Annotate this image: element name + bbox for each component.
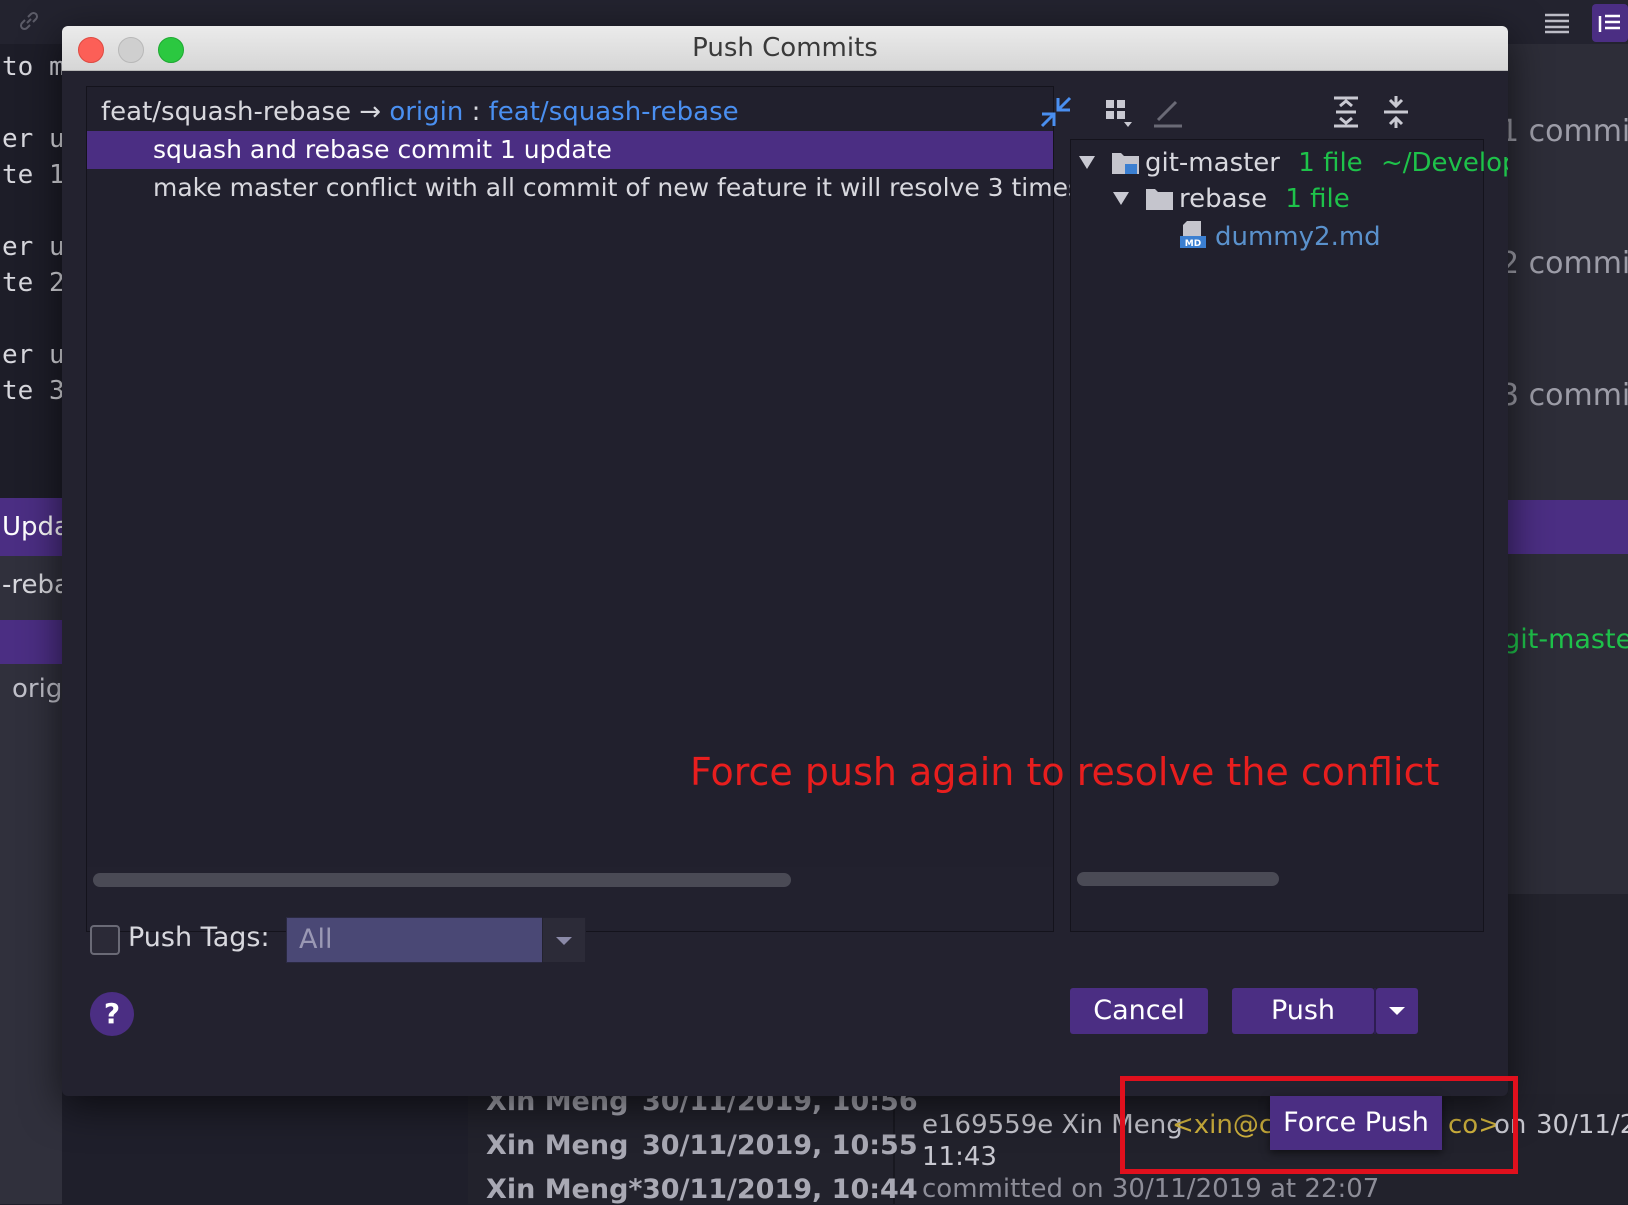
folder-name: rebase — [1179, 184, 1268, 214]
commits-panel[interactable]: feat/squash-rebase → origin : feat/squas… — [86, 86, 1081, 932]
left-row-label: origi — [12, 674, 70, 704]
annotation-text: Force push again to resolve the conflict — [690, 750, 1440, 794]
push-tags-dropdown[interactable] — [542, 917, 586, 963]
push-button[interactable]: Push — [1232, 988, 1374, 1034]
left-code-line: te 1 — [2, 160, 65, 190]
push-commits-dialog: Push Commits feat/squash-rebase → origin… — [62, 26, 1508, 1096]
remote-branch[interactable]: feat/squash-rebase — [489, 97, 739, 127]
push-tags-label: Push Tags: — [128, 922, 270, 953]
log-author: Xin Meng — [486, 1130, 629, 1161]
log-date: 30/11/2019, 10:55 — [642, 1130, 918, 1161]
expand-triangle-icon[interactable] — [1077, 152, 1097, 172]
folder-file-count: 1 file — [1285, 184, 1350, 214]
chevron-down-icon — [1389, 1007, 1405, 1015]
list-view-icon[interactable] — [1544, 12, 1570, 34]
left-code-line: to m — [2, 52, 65, 82]
push-tags-value: All — [299, 924, 333, 955]
left-code-line: te 3 — [2, 376, 65, 406]
left-row-label: -reba — [2, 570, 70, 600]
markdown-file-icon: MD — [1179, 220, 1209, 250]
highlight-box — [1120, 1076, 1518, 1174]
ide-left-lower-pane — [0, 498, 62, 1204]
left-code-line: te 2 — [2, 268, 65, 298]
log-date: 30/11/2019, 10:44 — [642, 1174, 918, 1205]
group-by-icon[interactable] — [1102, 94, 1138, 130]
push-dropdown-button[interactable] — [1376, 988, 1418, 1034]
repo-path: ~/Develop — [1380, 148, 1508, 178]
detail-date: 30/11/2 — [1536, 1110, 1628, 1140]
right-commit-label: 2 commit — [1500, 246, 1628, 281]
repo-row[interactable]: git-master 1 file ~/Develop — [1145, 148, 1508, 178]
file-name[interactable]: dummy2.md — [1215, 222, 1381, 252]
folder-row[interactable]: rebase 1 file — [1179, 184, 1350, 214]
push-tags-checkbox[interactable] — [90, 925, 120, 955]
branch-separator: : — [471, 97, 481, 127]
folder-icon — [1145, 186, 1175, 212]
link-icon[interactable] — [18, 10, 40, 32]
dialog-title: Push Commits — [692, 33, 878, 63]
md-badge: MD — [1185, 239, 1201, 249]
split-divider — [1374, 988, 1376, 1034]
commit-row[interactable]: squash and rebase commit 1 update — [87, 131, 1053, 169]
right-path-text: /git-maste — [1494, 624, 1628, 655]
commit-row[interactable]: make master conflict with all commit of … — [87, 169, 1081, 207]
commit-message: squash and rebase commit 1 update — [153, 135, 612, 164]
ide-right-pane — [1508, 44, 1628, 894]
branch-line: feat/squash-rebase → origin : feat/squas… — [101, 97, 739, 127]
right-commit-label: 1 commit — [1500, 114, 1628, 149]
help-button[interactable]: ? — [90, 992, 134, 1036]
right-commit-label: 3 commit — [1500, 378, 1628, 413]
detail-time: 11:43 — [922, 1142, 997, 1172]
details-toggle-icon[interactable] — [1592, 4, 1628, 42]
changed-files-panel[interactable]: git-master 1 file ~/Develop rebase 1 fil… — [1070, 139, 1508, 932]
horizontal-scrollbar[interactable] — [1077, 872, 1279, 886]
push-tags-select[interactable]: All — [286, 917, 544, 963]
log-author: Xin Meng* — [486, 1174, 643, 1205]
expand-all-icon[interactable] — [1328, 94, 1364, 130]
right-selected-row[interactable] — [1508, 500, 1628, 554]
local-branch: feat/squash-rebase — [101, 97, 351, 127]
remote-name[interactable]: origin — [389, 97, 463, 127]
left-selected-row-2[interactable] — [0, 620, 62, 664]
repo-file-count: 1 file — [1298, 148, 1363, 178]
arrow-icon: → — [359, 97, 382, 127]
edit-icon[interactable] — [1150, 94, 1186, 130]
repo-name: git-master — [1145, 148, 1280, 178]
commit-message: make master conflict with all commit of … — [153, 173, 1082, 202]
detail-committed: committed on 30/11/2019 at 22:07 — [922, 1174, 1380, 1204]
expand-triangle-icon[interactable] — [1111, 188, 1131, 208]
cancel-button[interactable]: Cancel — [1070, 988, 1208, 1034]
collapse-all-icon[interactable] — [1378, 94, 1414, 130]
collapse-arrows-icon[interactable] — [1038, 94, 1074, 130]
left-row-label: Upda — [2, 512, 70, 542]
dialog-titlebar: Push Commits — [62, 26, 1508, 71]
horizontal-scrollbar[interactable] — [93, 873, 791, 887]
chevron-down-icon — [556, 937, 572, 945]
repository-folder-icon — [1111, 150, 1141, 176]
